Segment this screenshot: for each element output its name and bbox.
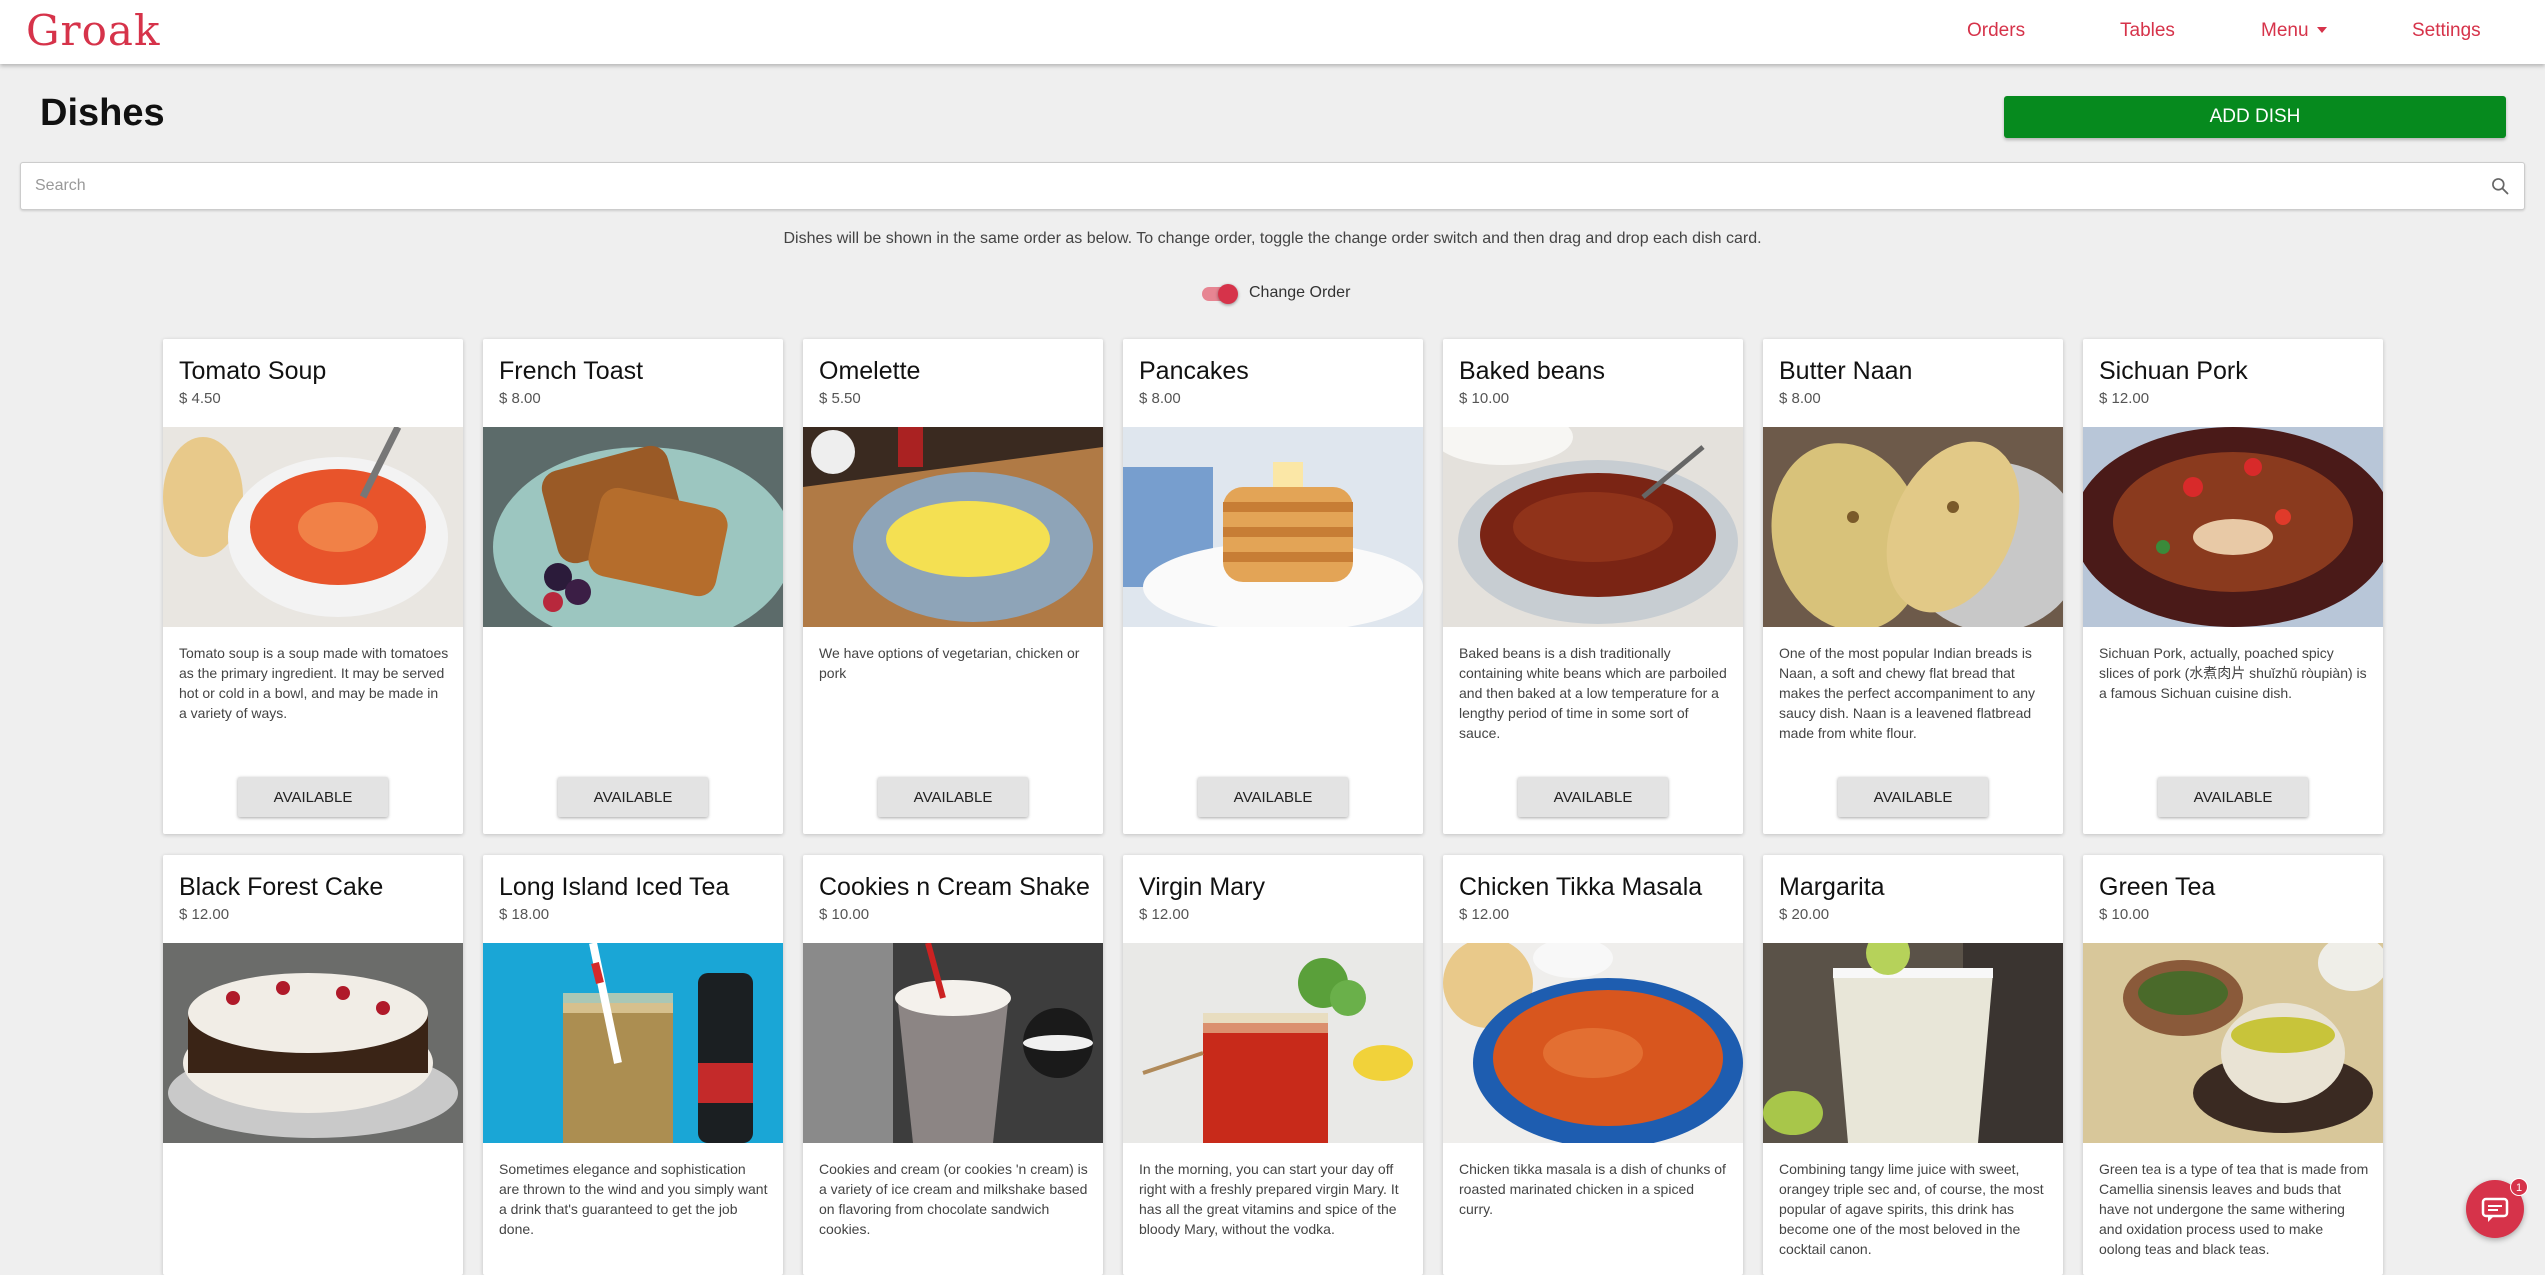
dish-price: $ 20.00	[1779, 906, 1830, 923]
available-button[interactable]: AVAILABLE	[558, 777, 708, 817]
dish-description: Chicken tikka masala is a dish of chunks…	[1459, 1161, 1726, 1217]
cookies-cream-shake-image	[803, 943, 1103, 1143]
dish-name: Omelette	[819, 357, 921, 385]
dish-description: Cookies and cream (or cookies 'n cream) …	[819, 1161, 1088, 1237]
nav-tables[interactable]: Tables	[2120, 20, 2175, 42]
dish-name: French Toast	[499, 357, 644, 385]
dish-price: $ 10.00	[819, 906, 870, 923]
nav-settings[interactable]: Settings	[2412, 20, 2481, 42]
margarita-image	[1763, 943, 2063, 1143]
dish-price: $ 8.00	[499, 390, 541, 407]
dish-name: Black Forest Cake	[179, 873, 384, 901]
dish-card[interactable]: Virgin Mary $ 12.00 In the morning, you …	[1123, 855, 1423, 1275]
dish-description: We have options of vegetarian, chicken o…	[819, 645, 1080, 681]
available-button[interactable]: AVAILABLE	[2158, 777, 2308, 817]
dish-price: $ 12.00	[1139, 906, 1190, 923]
dish-name: Green Tea	[2099, 873, 2216, 901]
dish-price: $ 8.00	[1779, 390, 1821, 407]
change-order-switch[interactable]	[1202, 284, 1238, 304]
dish-name: Pancakes	[1139, 357, 1249, 385]
dish-card[interactable]: Pancakes $ 8.00 AVAILABLE	[1123, 339, 1423, 834]
dish-name: Tomato Soup	[179, 357, 327, 385]
dish-card[interactable]: Sichuan Pork $ 12.00 Sichuan Pork, actua…	[2083, 339, 2383, 834]
green-tea-image	[2083, 943, 2383, 1143]
dish-name: Cookies n Cream Shake	[819, 873, 1090, 901]
dish-price: $ 12.00	[2099, 390, 2150, 407]
dish-name: Long Island Iced Tea	[499, 873, 730, 901]
dish-description: Baked beans is a dish traditionally cont…	[1459, 645, 1727, 741]
omelette-image	[803, 427, 1103, 627]
dish-card[interactable]: French Toast $ 8.00 AVAILABLE	[483, 339, 783, 834]
virgin-mary-image	[1123, 943, 1423, 1143]
dish-name: Baked beans	[1459, 357, 1605, 385]
nav-menu[interactable]: Menu	[2261, 20, 2327, 42]
nav-menu-label: Menu	[2261, 20, 2309, 41]
chicken-tikka-masala-image	[1443, 943, 1743, 1143]
dish-card[interactable]: Omelette $ 5.50 We have options of veget…	[803, 339, 1103, 834]
search-input[interactable]	[35, 163, 2455, 209]
page-title: Dishes	[40, 92, 165, 134]
available-button[interactable]: AVAILABLE	[1838, 777, 1988, 817]
change-order-label: Change Order	[1249, 284, 1351, 301]
baked-beans-image	[1443, 427, 1743, 627]
black-forest-cake-image	[163, 943, 463, 1143]
dish-card[interactable]: Long Island Iced Tea $ 18.00 Sometimes e…	[483, 855, 783, 1275]
dish-name: Margarita	[1779, 873, 1885, 901]
dish-price: $ 4.50	[179, 390, 221, 407]
nav-orders[interactable]: Orders	[1967, 20, 2025, 42]
dish-price: $ 8.00	[1139, 390, 1181, 407]
dish-description: Sometimes elegance and sophistication ar…	[499, 1161, 768, 1237]
dish-price: $ 10.00	[2099, 906, 2150, 923]
available-button[interactable]: AVAILABLE	[878, 777, 1028, 817]
dish-description: In the morning, you can start your day o…	[1139, 1161, 1399, 1237]
dish-name: Chicken Tikka Masala	[1459, 873, 1703, 901]
chat-badge: 1	[2510, 1178, 2528, 1196]
dish-card[interactable]: Black Forest Cake $ 12.00	[163, 855, 463, 1275]
switch-thumb	[1218, 284, 1238, 304]
tomato-soup-image	[163, 427, 463, 627]
dish-name: Sichuan Pork	[2099, 357, 2248, 385]
dish-description: Green tea is a type of tea that is made …	[2099, 1161, 2369, 1257]
available-button[interactable]: AVAILABLE	[1518, 777, 1668, 817]
sichuan-pork-image	[2083, 427, 2383, 627]
dish-name: Butter Naan	[1779, 357, 1913, 385]
dish-description: One of the most popular Indian breads is…	[1779, 645, 2036, 741]
dish-card[interactable]: Baked beans $ 10.00 Baked beans is a dis…	[1443, 339, 1743, 834]
dish-card[interactable]: Tomato Soup $ 4.50 Tomato soup is a soup…	[163, 339, 463, 834]
top-navbar: Groak Orders Tables Menu Settings	[0, 0, 2545, 64]
dish-price: $ 10.00	[1459, 390, 1510, 407]
caret-down-icon	[2316, 27, 2327, 33]
dish-description: Tomato soup is a soup made with tomatoes…	[179, 645, 449, 721]
dish-price: $ 5.50	[819, 390, 861, 407]
available-button[interactable]: AVAILABLE	[1198, 777, 1348, 817]
search-icon[interactable]	[2490, 176, 2510, 196]
dish-description: Sichuan Pork, actually, poached spicy sl…	[2099, 645, 2367, 701]
dish-card[interactable]: Green Tea $ 10.00 Green tea is a type of…	[2083, 855, 2383, 1275]
dish-price: $ 12.00	[1459, 906, 1510, 923]
search-bar	[20, 162, 2525, 210]
dish-card[interactable]: Chicken Tikka Masala $ 12.00 Chicken tik…	[1443, 855, 1743, 1275]
pancakes-image	[1123, 427, 1423, 627]
dish-name: Virgin Mary	[1139, 873, 1265, 901]
available-button[interactable]: AVAILABLE	[238, 777, 388, 817]
dish-card[interactable]: Cookies n Cream Shake $ 10.00 Cookies an…	[803, 855, 1103, 1275]
dish-card[interactable]: Margarita $ 20.00 Combining tangy lime j…	[1763, 855, 2063, 1275]
dish-card[interactable]: Butter Naan $ 8.00 One of the most popul…	[1763, 339, 2063, 834]
groak-logo[interactable]: Groak	[26, 6, 160, 55]
order-helper-text: Dishes will be shown in the same order a…	[783, 230, 1762, 247]
butter-naan-image	[1763, 427, 2063, 627]
dish-description: Combining tangy lime juice with sweet, o…	[1779, 1161, 2044, 1257]
add-dish-button[interactable]: ADD DISH	[2004, 96, 2506, 138]
french-toast-image	[483, 427, 783, 627]
long-island-iced-tea-image	[483, 943, 783, 1143]
dish-price: $ 18.00	[499, 906, 550, 923]
dish-price: $ 12.00	[179, 906, 230, 923]
